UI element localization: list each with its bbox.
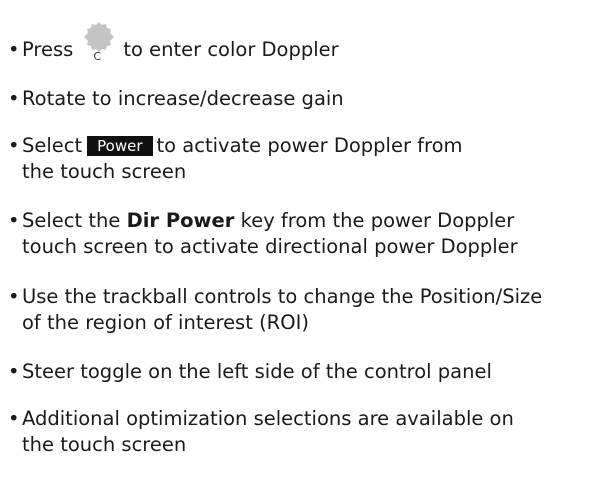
- item-text: Select the Dir Power key from the power …: [22, 209, 518, 258]
- list-item-trackball: • Use the trackball controls to change t…: [8, 284, 598, 336]
- list-item-rotate: • Rotate to increase/decrease gain: [8, 86, 598, 112]
- bullet: •: [8, 134, 20, 157]
- item-text: Select Power to activate power Doppler fro…: [22, 134, 463, 183]
- bullet: •: [8, 209, 20, 232]
- bullet: •: [8, 285, 20, 308]
- bullet: •: [8, 87, 20, 110]
- list-item-press-c: • Press C to enter color Doppler: [8, 22, 598, 63]
- item-text: Use the trackball controls to change the…: [22, 285, 543, 334]
- power-button[interactable]: Power: [87, 136, 153, 156]
- list-item-select-power: • Select Power to activate power Doppler f…: [8, 133, 598, 185]
- list-item-steer: • Steer toggle on the left side of the c…: [8, 359, 598, 385]
- page: { "bullet_char": "•", "items": [ { "befo…: [0, 0, 602, 479]
- knob-icon: [84, 22, 115, 52]
- bullet: •: [8, 360, 20, 383]
- c-knob[interactable]: C: [79, 22, 119, 63]
- bullet: •: [8, 38, 20, 61]
- list-item-additional: • Additional optimization selections are…: [8, 406, 598, 458]
- bullet: •: [8, 407, 20, 430]
- item-text: Rotate to increase/decrease gain: [22, 87, 344, 110]
- knob-label: C: [93, 50, 102, 63]
- item-text: Steer toggle on the left side of the con…: [22, 360, 492, 383]
- dir-power-key-label: Dir Power: [126, 209, 235, 232]
- list-item-dir-power: • Select the Dir Power key from the powe…: [8, 208, 598, 260]
- item-text: Press C to enter color Doppler: [8, 22, 598, 63]
- item-text: Additional optimization selections are a…: [22, 407, 514, 456]
